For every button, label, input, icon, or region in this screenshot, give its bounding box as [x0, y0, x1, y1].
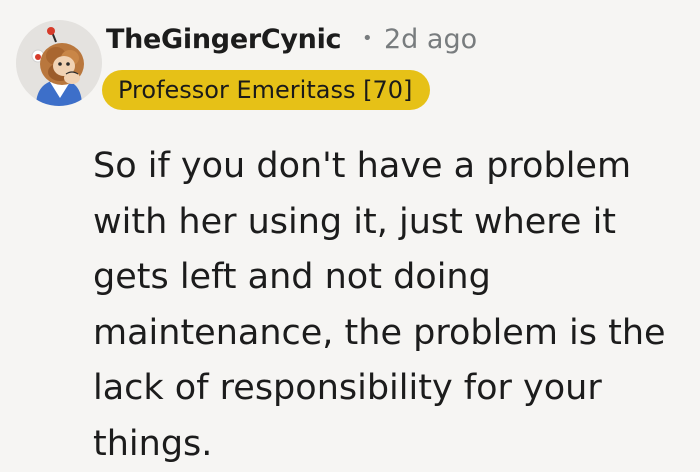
comment: TheGingerCynic • 2d ago Professor Emerit… — [0, 0, 700, 464]
user-flair-badge: Professor Emeritass [70] — [102, 70, 431, 110]
snoo-avatar-icon — [16, 20, 102, 106]
meta-separator: • — [362, 28, 373, 49]
comment-timestamp[interactable]: 2d ago — [384, 24, 477, 55]
comment-body: So if you don't have a problem with her … — [93, 146, 666, 464]
user-avatar[interactable] — [16, 20, 102, 106]
username-link[interactable]: TheGingerCynic — [106, 24, 342, 55]
